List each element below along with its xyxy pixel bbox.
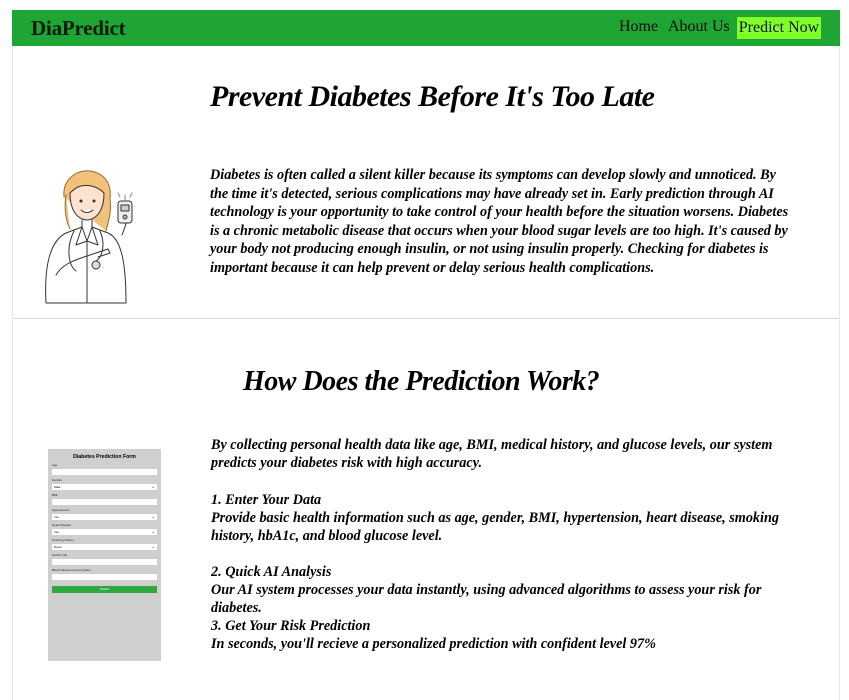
step-2: 2. Quick AI Analysis Our AI system proce…	[211, 563, 801, 617]
step-3: 3. Get Your Risk Prediction In seconds, …	[211, 617, 801, 653]
step-3-text: In seconds, you'll recieve a personalize…	[211, 636, 656, 652]
form-select-smoking: Never ⌄	[52, 544, 157, 550]
chevron-down-icon: ⌄	[151, 529, 155, 534]
form-label-heart-disease: Heart Disease	[52, 523, 72, 527]
form-preview-submit: Predict	[52, 586, 157, 593]
form-select-hypertension: Yes ⌄	[52, 514, 157, 520]
form-preview-title: Diabetes Prediction Form	[73, 454, 136, 460]
how-it-works-title: How Does the Prediction Work?	[243, 366, 600, 397]
nav-about-link[interactable]: About Us	[668, 18, 730, 36]
prediction-form-preview: Diabetes Prediction Form Age Gender Male…	[48, 449, 161, 661]
step-1-text: Provide basic health information such as…	[211, 510, 779, 544]
section-divider	[12, 318, 840, 319]
form-select-gender-value: Male	[54, 485, 61, 489]
doctor-illustration	[45, 170, 133, 304]
step-3-title: 3. Get Your Risk Prediction	[211, 618, 371, 634]
step-2-text: Our AI system processes your data instan…	[211, 582, 762, 616]
form-input-bmi	[52, 499, 157, 505]
form-label-gender: Gender	[52, 478, 63, 482]
form-label-hba1c: HbA1C (%)	[52, 553, 68, 557]
form-label-age: Age	[52, 463, 58, 467]
hero-paragraph: Diabetes is often called a silent killer…	[210, 167, 789, 276]
form-label-smoking: Smoking History	[52, 538, 74, 542]
step-1-title: 1. Enter Your Data	[211, 492, 322, 508]
hero-title: Prevent Diabetes Before It's Too Late	[210, 80, 655, 113]
step-1: 1. Enter Your Data Provide basic health …	[211, 491, 801, 545]
chevron-down-icon: ⌄	[151, 544, 155, 549]
form-label-hypertension: Hypertension	[52, 508, 70, 512]
brand-logo[interactable]: DiaPredict	[31, 16, 126, 41]
form-select-heart-disease: Yes ⌄	[52, 529, 157, 535]
form-select-gender: Male ⌄	[52, 484, 157, 490]
nav-predict-now-button[interactable]: Predict Now	[737, 17, 821, 39]
chevron-down-icon: ⌄	[151, 484, 155, 489]
navbar: DiaPredict Home About Us Predict Now	[12, 10, 840, 46]
form-label-bmi: BMI	[52, 493, 58, 497]
form-select-smoking-value: Never	[54, 545, 63, 549]
form-input-glucose	[52, 574, 157, 580]
form-select-hypertension-value: Yes	[54, 515, 59, 519]
nav-home-link[interactable]: Home	[619, 18, 658, 36]
chevron-down-icon: ⌄	[151, 514, 155, 519]
step-2-title: 2. Quick AI Analysis	[211, 564, 332, 580]
form-select-heart-disease-value: Yes	[54, 530, 59, 534]
form-label-glucose: Blood Glucose Level (mg/dL)	[52, 568, 91, 572]
form-input-age	[52, 469, 157, 475]
how-intro: By collecting personal health data like …	[211, 437, 773, 471]
form-input-hba1c	[52, 559, 157, 565]
